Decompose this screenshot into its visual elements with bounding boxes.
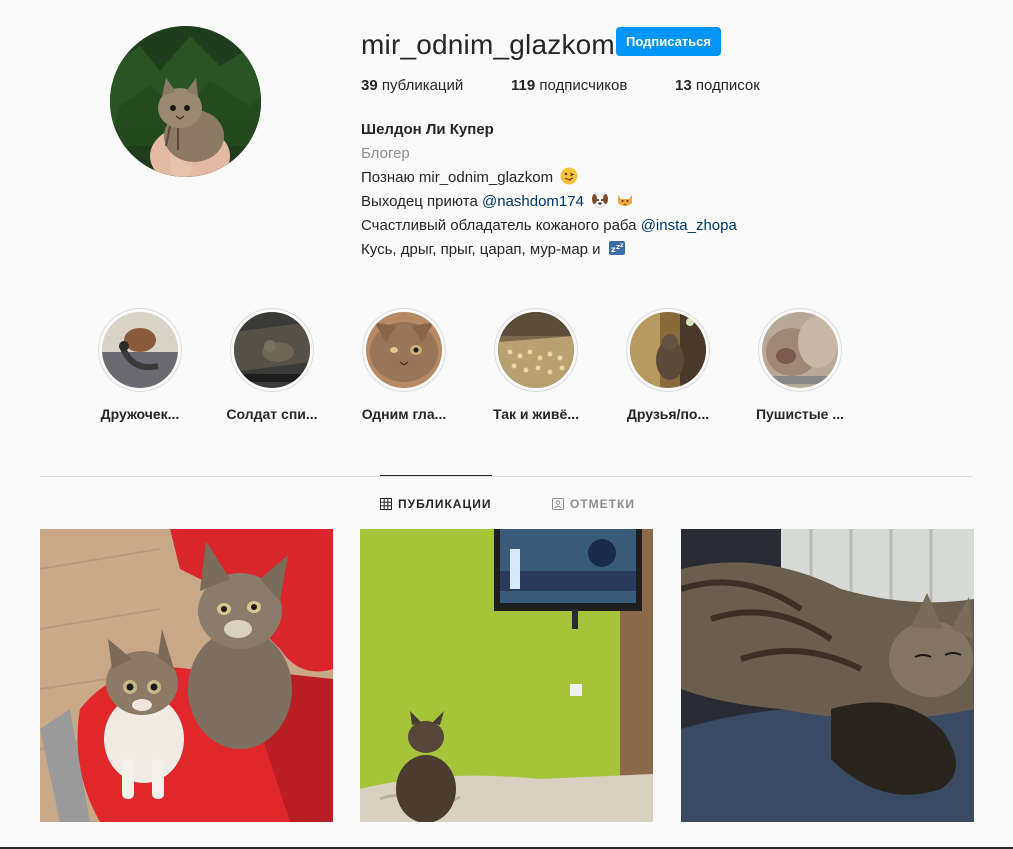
mention-link-insta-zhopa[interactable]: @insta_zhopa <box>641 217 737 234</box>
tongue-face-emoji-icon <box>560 167 578 185</box>
highlight-cover <box>498 312 574 388</box>
highlight-item[interactable]: Так и живё... <box>470 308 602 423</box>
grid-icon <box>380 498 392 510</box>
following-label: подписок <box>695 77 760 94</box>
highlight-label: Так и живё... <box>493 406 579 422</box>
bio-line-1: Познаю mir_odnim_glazkom <box>361 166 921 190</box>
bio-line-2-text: Выходец приюта <box>361 193 478 210</box>
bio-line-2: Выходец приюта @nashdom174 <box>361 190 921 214</box>
profile-stats: 39 публикаций 119 подписчиков 13 подписо… <box>361 77 795 95</box>
post-thumbnail[interactable] <box>360 529 653 822</box>
tab-posts[interactable]: ПУБЛИКАЦИИ <box>380 496 491 512</box>
highlight-item[interactable]: Друзья/по... <box>602 308 734 423</box>
highlight-label: Одним гла... <box>361 406 447 422</box>
zzz-sleep-emoji-icon: z z z <box>608 241 625 255</box>
highlight-cover <box>234 312 310 388</box>
highlight-label: Друзья/по... <box>626 406 710 422</box>
bio-line-3-text: Счастливый обладатель кожаного раба <box>361 217 637 234</box>
tagged-user-icon <box>552 498 564 510</box>
highlight-item[interactable]: Одним гла... <box>338 308 470 423</box>
highlight-ring <box>230 308 314 392</box>
highlight-cover <box>102 312 178 388</box>
post-thumbnail[interactable] <box>40 529 333 822</box>
profile-category: Блогер <box>361 145 410 162</box>
highlight-ring <box>362 308 446 392</box>
bio-line-4-text: Кусь, дрыг, прыг, царап, мур-мар и <box>361 241 601 258</box>
followers-count: 119 <box>511 77 536 94</box>
profile-username: mir_odnim_glazkom <box>361 29 615 60</box>
profile-page: mir_odnim_glazkom Подписаться 39 публика… <box>0 0 1013 849</box>
svg-text:z: z <box>620 242 624 249</box>
bio-line-3: Счастливый обладатель кожаного раба @ins… <box>361 214 921 238</box>
highlight-label: Солдат спи... <box>226 406 318 422</box>
cat-face-emoji-icon <box>618 195 633 206</box>
highlight-item[interactable]: Пушистые ... <box>734 308 866 423</box>
highlight-ring <box>626 308 710 392</box>
tab-posts-label: ПУБЛИКАЦИИ <box>398 497 492 511</box>
tab-tagged[interactable]: ОТМЕТКИ <box>552 496 635 512</box>
profile-bio: Шелдон Ли Купер Блогер Познаю mir_odnim_… <box>361 118 921 262</box>
highlight-ring <box>494 308 578 392</box>
posts-count: 39 <box>361 77 378 94</box>
tab-tagged-label: ОТМЕТКИ <box>570 497 635 511</box>
dog-face-emoji-icon <box>592 193 609 209</box>
highlight-cover <box>366 312 442 388</box>
highlight-label: Пушистые ... <box>755 406 845 422</box>
post-thumbnail[interactable] <box>681 529 974 822</box>
profile-avatar[interactable] <box>110 26 261 177</box>
posts-count-stat: 39 публикаций <box>361 77 511 95</box>
highlight-label: Дружочек... <box>100 406 180 422</box>
mention-link-nashdom174[interactable]: @nashdom174 <box>482 193 584 210</box>
highlight-cover <box>762 312 838 388</box>
follow-button[interactable]: Подписаться <box>616 27 721 56</box>
following-link[interactable]: 13 подписок <box>675 77 795 95</box>
followers-link[interactable]: 119 подписчиков <box>511 77 675 95</box>
highlight-cover <box>630 312 706 388</box>
bio-line-1-text: Познаю mir_odnim_glazkom <box>361 169 554 186</box>
highlight-ring <box>98 308 182 392</box>
highlight-item[interactable]: Солдат спи... <box>206 308 338 423</box>
followers-label: подписчиков <box>539 77 628 94</box>
highlight-item[interactable]: Дружочек... <box>74 308 206 423</box>
story-highlights: Дружочек... Солдат спи... Одним гла... Т… <box>74 308 866 423</box>
highlight-ring <box>758 308 842 392</box>
tabs-divider <box>40 476 973 477</box>
following-count: 13 <box>675 77 692 94</box>
active-tab-indicator <box>380 475 492 476</box>
bio-line-4: Кусь, дрыг, прыг, царап, мур-мар и z z z <box>361 238 921 262</box>
posts-label: публикаций <box>381 77 464 94</box>
profile-full-name: Шелдон Ли Купер <box>361 121 494 138</box>
